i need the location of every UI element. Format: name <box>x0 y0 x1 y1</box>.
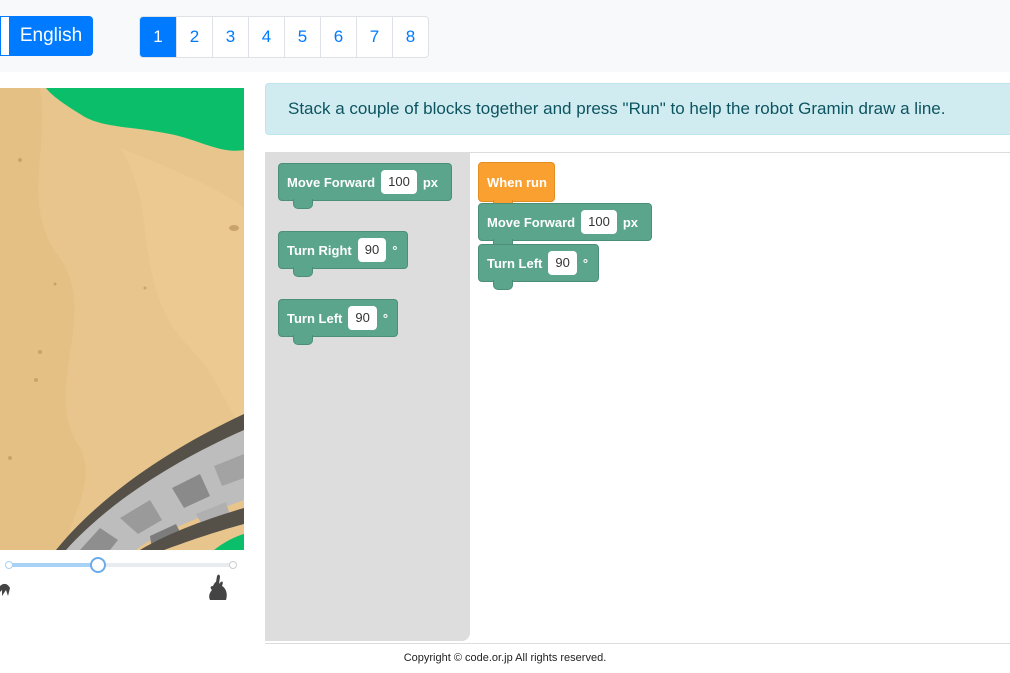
stage-scene <box>0 88 244 550</box>
level-pagination: 1 2 3 4 5 6 7 8 <box>139 16 429 58</box>
speed-track-fill <box>8 563 99 567</box>
toolbox-turn-right-block[interactable]: Turn Right 90 ° <box>278 231 408 277</box>
block-toolbox <box>265 153 470 641</box>
block-value-field[interactable]: 90 <box>548 251 577 275</box>
block-value-field[interactable]: 100 <box>581 210 617 234</box>
language-option-other[interactable] <box>0 16 9 56</box>
page-5[interactable]: 5 <box>284 17 320 57</box>
speed-track[interactable] <box>8 563 234 567</box>
when-run-block[interactable]: When run <box>478 162 555 210</box>
block-value-field[interactable]: 90 <box>357 238 387 262</box>
stage-canvas <box>0 88 244 550</box>
block-unit: px <box>622 214 638 230</box>
block-unit: px <box>422 174 438 190</box>
program-move-forward-block[interactable]: Move Forward 100 px <box>478 203 652 249</box>
rabbit-fast-icon <box>209 574 227 600</box>
program-turn-left-block[interactable]: Turn Left 90 ° <box>478 244 599 290</box>
page-3[interactable]: 3 <box>212 17 248 57</box>
instruction-alert: Stack a couple of blocks together and pr… <box>265 83 1010 135</box>
block-label: Turn Left <box>487 255 543 271</box>
speed-slider[interactable] <box>0 552 244 612</box>
block-unit: ° <box>382 310 389 326</box>
block-unit: ° <box>392 242 398 258</box>
page-8[interactable]: 8 <box>392 17 428 57</box>
speed-slider-handle[interactable] <box>90 557 107 573</box>
speed-max-dot <box>229 561 237 569</box>
toolbox-move-forward-block[interactable]: Move Forward 100 px <box>278 163 452 209</box>
speed-min-dot <box>5 561 13 569</box>
page-6[interactable]: 6 <box>320 17 356 57</box>
top-bar: English 1 2 3 4 5 6 7 8 <box>0 0 1010 72</box>
block-label: Turn Right <box>287 242 352 258</box>
block-label: When run <box>487 174 547 190</box>
block-label: Turn Left <box>287 310 343 326</box>
language-switch: English <box>0 16 93 56</box>
block-unit: ° <box>582 255 589 271</box>
block-value-field[interactable]: 100 <box>381 170 417 194</box>
block-workspace[interactable]: Move Forward 100 px Turn Right 90 ° Turn… <box>265 152 1010 644</box>
block-label: Move Forward <box>287 174 376 190</box>
page-1[interactable]: 1 <box>140 17 176 57</box>
language-english-button[interactable]: English <box>9 16 93 56</box>
page-2[interactable]: 2 <box>176 17 212 57</box>
page-4[interactable]: 4 <box>248 17 284 57</box>
block-value-field[interactable]: 90 <box>348 306 377 330</box>
page-7[interactable]: 7 <box>356 17 392 57</box>
block-label: Move Forward <box>487 214 576 230</box>
turtle-slow-icon <box>0 583 10 596</box>
toolbox-turn-left-block[interactable]: Turn Left 90 ° <box>278 299 398 345</box>
footer-copyright: Copyright © code.or.jp All rights reserv… <box>403 652 607 664</box>
